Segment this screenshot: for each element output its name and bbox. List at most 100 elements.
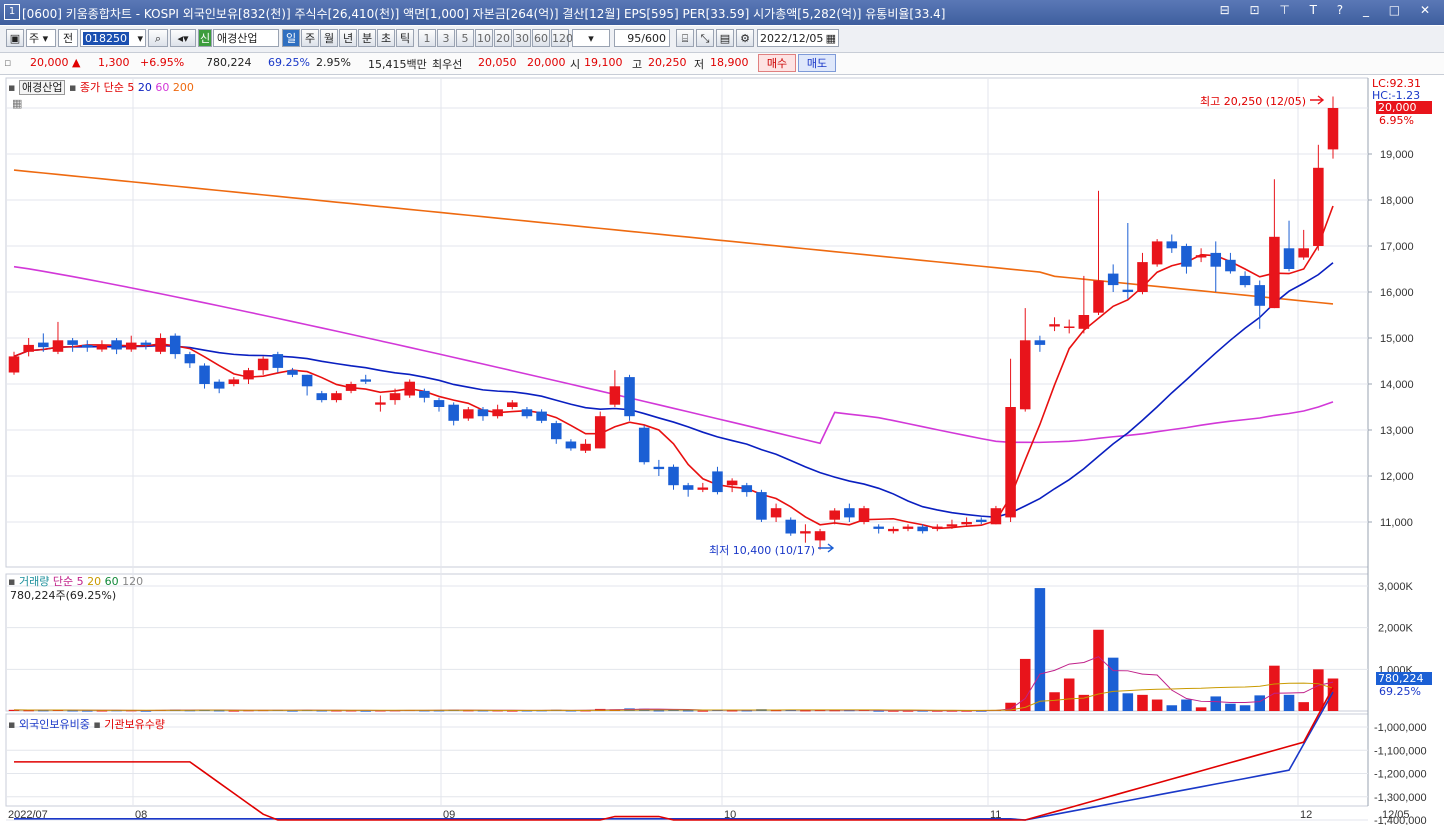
- interval-button-60[interactable]: 60: [532, 29, 550, 47]
- line-tool-icon[interactable]: ⤡: [696, 29, 714, 47]
- period-tab-5[interactable]: 초: [377, 29, 395, 47]
- volume-bar: [653, 710, 665, 712]
- candle-body: [858, 508, 870, 522]
- open-price: 19,100: [584, 56, 623, 69]
- interval-button-120[interactable]: 120: [551, 29, 573, 47]
- stock-name-field[interactable]: 애경산업: [213, 29, 279, 47]
- interval-button-5[interactable]: 5: [456, 29, 474, 47]
- interval-button-20[interactable]: 20: [494, 29, 512, 47]
- x-axis-label: 12/05: [1382, 809, 1410, 821]
- low-price: 18,900: [710, 56, 749, 69]
- candle-body: [932, 526, 943, 529]
- window-title: [0600] 키움종합차트 - KOSPI 외국인보유[832(천)] 주식수[…: [22, 7, 946, 21]
- period-select[interactable]: 주 ▾: [26, 29, 56, 47]
- period-tab-2[interactable]: 월: [320, 29, 338, 47]
- candle-body: [507, 402, 518, 407]
- candle-body: [521, 409, 533, 417]
- foreign-y-tick: -1,000,000: [1374, 722, 1427, 734]
- period-tab-3[interactable]: 년: [339, 29, 357, 47]
- volume-bar: [1181, 699, 1192, 711]
- buy-button[interactable]: 매수: [758, 54, 796, 72]
- save-icon[interactable]: ▤: [716, 29, 734, 47]
- search-icon[interactable]: ⌕: [148, 29, 168, 47]
- market-select[interactable]: 전: [58, 29, 78, 47]
- window-controls[interactable]: ⊟ ⊡ ⊤ T ? _ □ ✕: [1220, 3, 1438, 17]
- candle-body: [331, 393, 342, 401]
- gear-icon[interactable]: ⚙: [736, 29, 754, 47]
- candle-body: [257, 358, 269, 371]
- period-tab-0[interactable]: 일: [282, 29, 300, 47]
- candle-body: [111, 340, 122, 350]
- candle-body: [1107, 273, 1119, 286]
- sell-button[interactable]: 매도: [798, 54, 836, 72]
- price-y-tick: 18,000: [1380, 195, 1414, 207]
- price-y-tick: 15,000: [1380, 333, 1414, 345]
- candle-body: [52, 340, 64, 352]
- current-price-tag: 20,000: [1376, 101, 1432, 114]
- candle-body: [1078, 315, 1090, 329]
- candle-body: [67, 340, 78, 345]
- high-annotation: 최고 20,250 (12/05): [1200, 95, 1307, 108]
- candle-body: [8, 356, 20, 373]
- price-change-pct: +6.95%: [140, 56, 185, 69]
- date-field[interactable]: 2022/12/05 ▦: [757, 29, 839, 47]
- candle-body: [1225, 259, 1236, 272]
- period-tab-6[interactable]: 틱: [396, 29, 414, 47]
- candle-body: [829, 510, 840, 520]
- ma200-label: 200: [172, 81, 194, 94]
- candle-body: [1034, 340, 1046, 345]
- candle-body: [477, 409, 489, 417]
- price-change: 1,300: [98, 56, 130, 69]
- interval-button-1[interactable]: 1: [418, 29, 436, 47]
- candle-body: [184, 354, 196, 364]
- interval-button-10[interactable]: 10: [475, 29, 493, 47]
- volume-bar: [1239, 705, 1251, 711]
- volume-bar: [1019, 658, 1031, 711]
- candle-body: [1181, 246, 1192, 267]
- credit-badge: 신: [198, 29, 212, 47]
- panel-square-icon-5: ▪: [93, 718, 101, 731]
- panel-square-icon-4: ▪: [8, 718, 16, 731]
- volume-bar: [1151, 699, 1163, 711]
- period-tab-1[interactable]: 주: [301, 29, 319, 47]
- trade-amount: 15,415백만: [368, 58, 427, 71]
- stock-code-input[interactable]: 018250 ▾: [80, 29, 146, 47]
- candle-body: [668, 466, 679, 486]
- candle-body: [125, 342, 137, 350]
- data-count-field[interactable]: 95/600: [614, 29, 670, 47]
- volume-bar: [1034, 588, 1046, 711]
- candle-body: [917, 526, 928, 532]
- candle-body: [23, 344, 34, 352]
- volume-y-tick: 3,000K: [1378, 581, 1414, 593]
- candle-body: [961, 522, 972, 525]
- calendar-icon[interactable]: ▦: [826, 30, 838, 48]
- candle-body: [1049, 324, 1060, 327]
- stock-code-value: 018250: [83, 32, 129, 45]
- candle-body: [228, 379, 240, 384]
- candle-body: [975, 519, 987, 522]
- candle: [990, 505, 1002, 525]
- high-label: 고: [632, 58, 643, 71]
- candle-body: [345, 384, 357, 391]
- candle-body: [155, 338, 166, 352]
- sound-icon[interactable]: ◂▾: [170, 29, 196, 47]
- candle-body: [726, 480, 738, 486]
- candle-body: [814, 531, 826, 541]
- candle-body: [888, 528, 899, 532]
- candle-body: [1327, 108, 1339, 150]
- candle-body: [1195, 255, 1207, 258]
- price-y-tick: 17,000: [1380, 241, 1414, 253]
- window-number-icon: 1: [4, 4, 20, 20]
- x-axis-label: 09: [443, 809, 455, 821]
- candle: [756, 489, 767, 522]
- layout-icon[interactable]: ▣: [6, 29, 24, 47]
- period-tab-4[interactable]: 분: [358, 29, 376, 47]
- interval-button-30[interactable]: 30: [513, 29, 531, 47]
- candle: [594, 411, 606, 449]
- interval-custom-select[interactable]: ▾: [572, 29, 610, 47]
- price-chart-svg[interactable]: 19,000 18,000 17,000 16,000 15,000 14,000 13,0…: [0, 76, 1444, 825]
- interval-button-3[interactable]: 3: [437, 29, 455, 47]
- chart-type-icon[interactable]: ⌸: [676, 29, 694, 47]
- candle-body: [873, 526, 884, 529]
- grid-toggle-icon[interactable]: ▦: [12, 97, 22, 110]
